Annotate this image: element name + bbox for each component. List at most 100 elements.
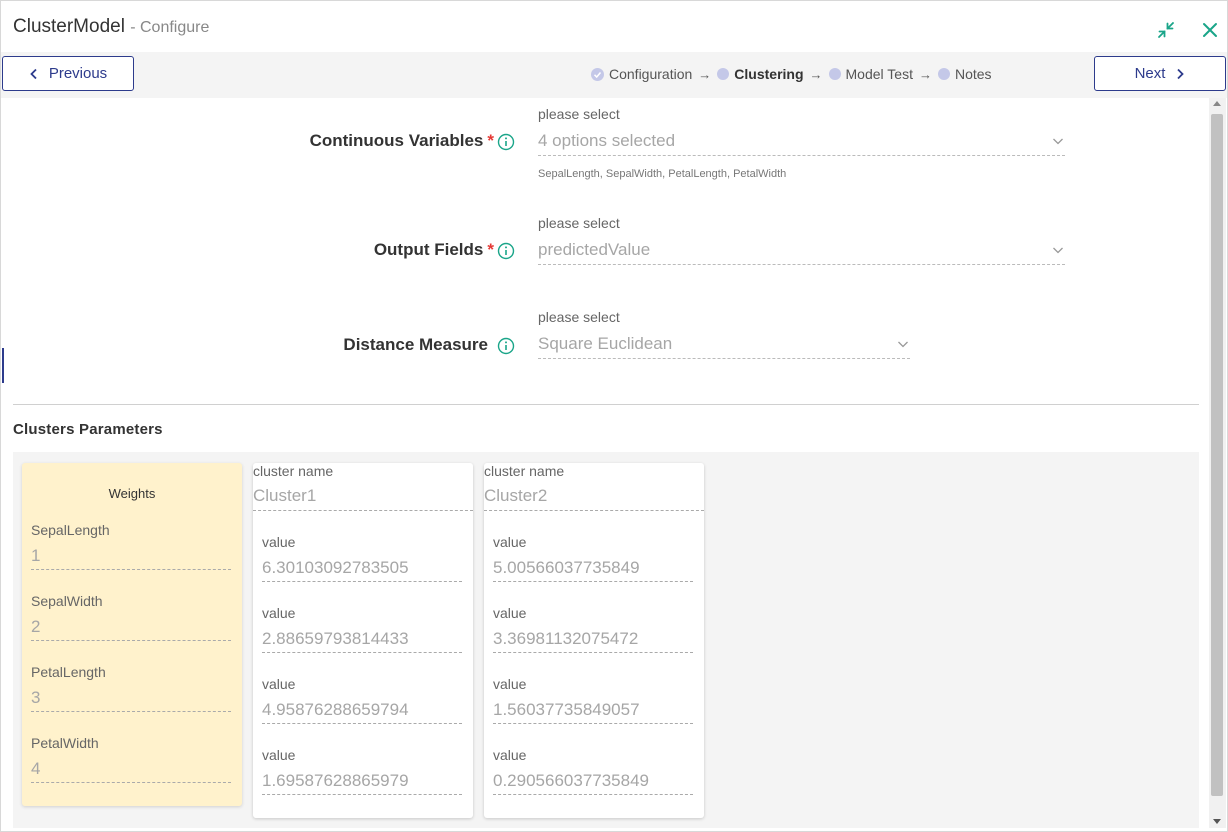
value-input[interactable]: 0.290566037735849 — [493, 767, 693, 795]
title-bar: ClusterModel - Configure — [1, 1, 1227, 52]
previous-button[interactable]: Previous — [2, 56, 134, 91]
cluster-card: cluster name Cluster2 value 5.0056603773… — [484, 463, 704, 818]
vertical-scrollbar[interactable] — [1209, 98, 1226, 828]
step-label: Model Test — [845, 66, 913, 82]
weight-label: SepalLength — [31, 522, 110, 538]
distance-measure-select[interactable]: please select Square Euclidean — [538, 309, 910, 359]
cluster-value-field: value 6.30103092783505 — [262, 534, 462, 582]
select-value: predictedValue — [538, 239, 651, 259]
wizard-bar: Previous Configuration → Clustering → Mo… — [1, 52, 1227, 98]
step-label: Notes — [954, 66, 992, 82]
distance-measure-text: Distance Measure — [343, 335, 488, 354]
content-panel[interactable]: Continuous Variables * please select 4 op… — [2, 98, 1209, 828]
value-label: value — [493, 534, 527, 550]
weight-input[interactable]: 1 — [31, 542, 231, 570]
configure-dialog: ClusterModel - Configure Previous Config… — [0, 0, 1228, 832]
cluster-value-field: value 5.00566037735849 — [493, 534, 693, 582]
value-label: value — [262, 676, 296, 692]
close-button[interactable] — [1199, 19, 1221, 41]
distance-measure-dropdown[interactable]: Square Euclidean — [538, 329, 910, 359]
cluster-value-field: value 4.95876288659794 — [262, 676, 462, 724]
value-label: value — [493, 676, 527, 692]
weight-field: SepalWidth 2 — [31, 593, 231, 641]
wizard-steps: Configuration → Clustering → Model Test … — [591, 66, 992, 82]
weight-label: SepalWidth — [31, 593, 103, 609]
output-fields-dropdown[interactable]: predictedValue — [538, 235, 1065, 265]
minimize-button[interactable] — [1155, 19, 1177, 41]
step-clustering[interactable]: Clustering — [717, 66, 804, 82]
cluster-name-label: cluster name — [484, 463, 565, 479]
chevron-right-icon — [1177, 68, 1185, 79]
scroll-up-arrow-icon[interactable] — [1213, 101, 1221, 106]
value-input[interactable]: 1.56037735849057 — [493, 696, 693, 724]
output-fields-label: Output Fields * — [232, 240, 494, 260]
cluster-value-field: value 2.88659793814433 — [262, 605, 462, 653]
continuous-variables-dropdown[interactable]: 4 options selected — [538, 126, 1065, 156]
step-configuration[interactable]: Configuration — [591, 66, 692, 82]
value-label: value — [262, 534, 296, 550]
cluster-name-label: cluster name — [253, 463, 334, 479]
info-circle-icon[interactable] — [497, 337, 515, 355]
output-fields-select[interactable]: please select predictedValue — [538, 215, 1065, 265]
step-arrow: → — [698, 66, 712, 82]
info-circle-icon[interactable] — [497, 133, 515, 151]
chevron-down-icon — [1053, 247, 1063, 253]
required-marker: * — [487, 240, 494, 259]
required-marker: * — [487, 131, 494, 150]
weight-input[interactable]: 2 — [31, 613, 231, 641]
step-model-test[interactable]: Model Test — [828, 66, 913, 82]
output-fields-text: Output Fields — [373, 240, 484, 259]
weight-label: PetalLength — [31, 664, 106, 680]
value-input[interactable]: 4.95876288659794 — [262, 696, 462, 724]
select-value: 4 options selected — [538, 130, 676, 150]
check-circle-icon — [591, 67, 604, 81]
selected-options-note: SepalLength, SepalWidth, PetalLength, Pe… — [538, 168, 787, 180]
cluster-value-field: value 1.69587628865979 — [262, 747, 462, 795]
weights-card: Weights SepalLength 1 SepalWidth 2 Petal… — [22, 463, 242, 806]
next-button[interactable]: Next — [1094, 56, 1226, 91]
value-label: value — [262, 605, 296, 621]
value-input[interactable]: 3.36981132075472 — [493, 625, 693, 653]
weight-field: PetalWidth 4 — [31, 735, 231, 783]
scroll-down-arrow-icon[interactable] — [1213, 819, 1221, 824]
value-input[interactable]: 2.88659793814433 — [262, 625, 462, 653]
continuous-variables-label: Continuous Variables * — [232, 131, 494, 151]
weight-input[interactable]: 4 — [31, 755, 231, 783]
value-label: value — [262, 747, 296, 763]
step-notes[interactable]: Notes — [937, 66, 992, 82]
value-label: value — [493, 747, 527, 763]
scroll-thumb[interactable] — [1211, 114, 1223, 796]
dialog-title: ClusterModel - Configure — [13, 16, 209, 38]
previous-label: Previous — [48, 65, 108, 82]
step-dot-icon — [828, 68, 841, 80]
weight-input[interactable]: 3 — [31, 684, 231, 712]
cluster-value-field: value 1.56037735849057 — [493, 676, 693, 724]
select-hint: please select — [538, 215, 620, 231]
weight-field: PetalLength 3 — [31, 664, 231, 712]
compress-arrows-icon — [1158, 22, 1174, 38]
chevron-down-icon — [898, 341, 908, 347]
cluster-name-input[interactable]: Cluster2 — [484, 481, 704, 511]
info-circle-icon[interactable] — [497, 242, 515, 260]
dialog-title-sub: - Configure — [130, 19, 210, 36]
dialog-title-main: ClusterModel — [13, 16, 125, 37]
step-dot-icon — [937, 68, 950, 80]
step-label: Clustering — [734, 66, 804, 82]
weight-label: PetalWidth — [31, 735, 99, 751]
continuous-variables-text: Continuous Variables — [309, 131, 484, 150]
weight-field: SepalLength 1 — [31, 522, 231, 570]
cluster-value-field: value 0.290566037735849 — [493, 747, 693, 795]
value-label: value — [493, 605, 527, 621]
value-input[interactable]: 6.30103092783505 — [262, 554, 462, 582]
left-accent-bar — [2, 348, 4, 383]
continuous-variables-select[interactable]: please select 4 options selected SepalLe… — [538, 106, 1065, 180]
chevron-left-icon — [30, 68, 37, 79]
next-label: Next — [1134, 65, 1166, 82]
select-hint: please select — [538, 309, 620, 325]
distance-measure-label: Distance Measure — [232, 335, 488, 355]
cluster-name-input[interactable]: Cluster1 — [253, 481, 473, 511]
value-input[interactable]: 1.69587628865979 — [262, 767, 462, 795]
clusters-parameters-area: Weights SepalLength 1 SepalWidth 2 Petal… — [13, 452, 1199, 828]
value-input[interactable]: 5.00566037735849 — [493, 554, 693, 582]
weights-title: Weights — [108, 486, 156, 501]
